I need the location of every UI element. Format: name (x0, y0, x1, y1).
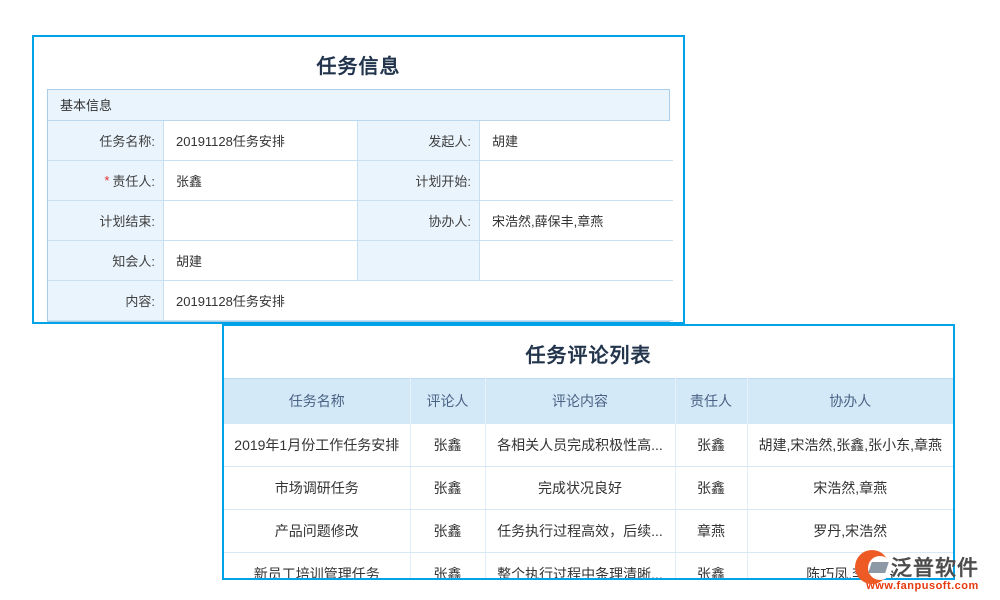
commenter-link[interactable]: 张鑫 (410, 510, 485, 553)
task-info-title: 任务信息 (34, 37, 683, 89)
plan-end-label: 计划结束: (48, 201, 164, 241)
co-organizer-label: 协办人: (358, 201, 480, 241)
content-value: 20191128任务安排 (164, 281, 673, 321)
informed-value: 胡建 (164, 241, 358, 281)
content-label: 内容: (48, 281, 164, 321)
task-link[interactable]: 2019年1月份工作任务安排 (224, 424, 410, 467)
initiator-value: 胡建 (480, 121, 673, 161)
comment-list-panel: 任务评论列表 任务名称 评论人 评论内容 责任人 协办人 2019年1月份工作任… (222, 324, 955, 580)
comment-table-header-row: 任务名称 评论人 评论内容 责任人 协办人 (224, 379, 953, 424)
task-info-panel: 任务信息 基本信息 任务名称: 20191128任务安排 发起人: 胡建 * 责… (32, 35, 685, 324)
task-name-label: 任务名称: (48, 121, 164, 161)
task-link[interactable]: 新员工培训管理任务 (224, 553, 410, 581)
responsible-label: * 责任人: (48, 161, 164, 201)
basic-info-form: 任务名称: 20191128任务安排 发起人: 胡建 * 责任人: 张鑫 计划开… (48, 121, 669, 321)
comment-text: 任务执行过程高效，后续... (485, 510, 675, 553)
table-row: 2019年1月份工作任务安排 张鑫 各相关人员完成积极性高... 张鑫 胡建,宋… (224, 424, 953, 467)
vendor-brand-name: 泛普软件 (891, 552, 979, 582)
task-link[interactable]: 产品问题修改 (224, 510, 410, 553)
responsible-link[interactable]: 张鑫 (675, 424, 747, 467)
plan-start-label: 计划开始: (358, 161, 480, 201)
table-row: 产品问题修改 张鑫 任务执行过程高效，后续... 章燕 罗丹,宋浩然 (224, 510, 953, 553)
responsible-link[interactable]: 张鑫 (675, 467, 747, 510)
basic-info-box: 基本信息 任务名称: 20191128任务安排 发起人: 胡建 * 责任人: 张… (47, 89, 670, 322)
co-organizers-text: 胡建,宋浩然,张鑫,张小东,章燕 (747, 424, 953, 467)
plan-end-value (164, 201, 358, 241)
commenter-link[interactable]: 张鑫 (410, 553, 485, 581)
commenter-link[interactable]: 张鑫 (410, 424, 485, 467)
required-asterisk: * (104, 173, 109, 188)
table-row: 新员工培训管理任务 张鑫 整个执行过程中条理清晰... 张鑫 陈巧凤,李佳怡 (224, 553, 953, 581)
co-organizers-text: 罗丹,宋浩然 (747, 510, 953, 553)
vendor-watermark: 泛普软件 www.fanpusoft.com (855, 550, 990, 592)
task-name-value: 20191128任务安排 (164, 121, 358, 161)
responsible-label-text: 责任人: (112, 171, 155, 190)
empty-value-cell (480, 241, 673, 281)
col-header-comment: 评论内容 (485, 379, 675, 424)
comment-table: 任务名称 评论人 评论内容 责任人 协办人 2019年1月份工作任务安排 张鑫 … (224, 378, 953, 580)
empty-label-cell (358, 241, 480, 281)
col-header-task-name: 任务名称 (224, 379, 410, 424)
table-row: 市场调研任务 张鑫 完成状况良好 张鑫 宋浩然,章燕 (224, 467, 953, 510)
page: 任务信息 基本信息 任务名称: 20191128任务安排 发起人: 胡建 * 责… (0, 0, 1000, 600)
commenter-link[interactable]: 张鑫 (410, 467, 485, 510)
initiator-label: 发起人: (358, 121, 480, 161)
basic-info-section-header: 基本信息 (48, 90, 669, 121)
col-header-responsible: 责任人 (675, 379, 747, 424)
comment-list-title: 任务评论列表 (224, 326, 953, 378)
co-organizers-text: 宋浩然,章燕 (747, 467, 953, 510)
responsible-value: 张鑫 (164, 161, 358, 201)
comment-text: 整个执行过程中条理清晰... (485, 553, 675, 581)
col-header-commenter: 评论人 (410, 379, 485, 424)
col-header-co-organizer: 协办人 (747, 379, 953, 424)
informed-label: 知会人: (48, 241, 164, 281)
responsible-link[interactable]: 张鑫 (675, 553, 747, 581)
co-organizer-value: 宋浩然,薛保丰,章燕 (480, 201, 673, 241)
comment-text: 完成状况良好 (485, 467, 675, 510)
task-link[interactable]: 市场调研任务 (224, 467, 410, 510)
responsible-link[interactable]: 章燕 (675, 510, 747, 553)
plan-start-value (480, 161, 673, 201)
comment-text: 各相关人员完成积极性高... (485, 424, 675, 467)
fanpu-logo-icon (855, 550, 889, 584)
